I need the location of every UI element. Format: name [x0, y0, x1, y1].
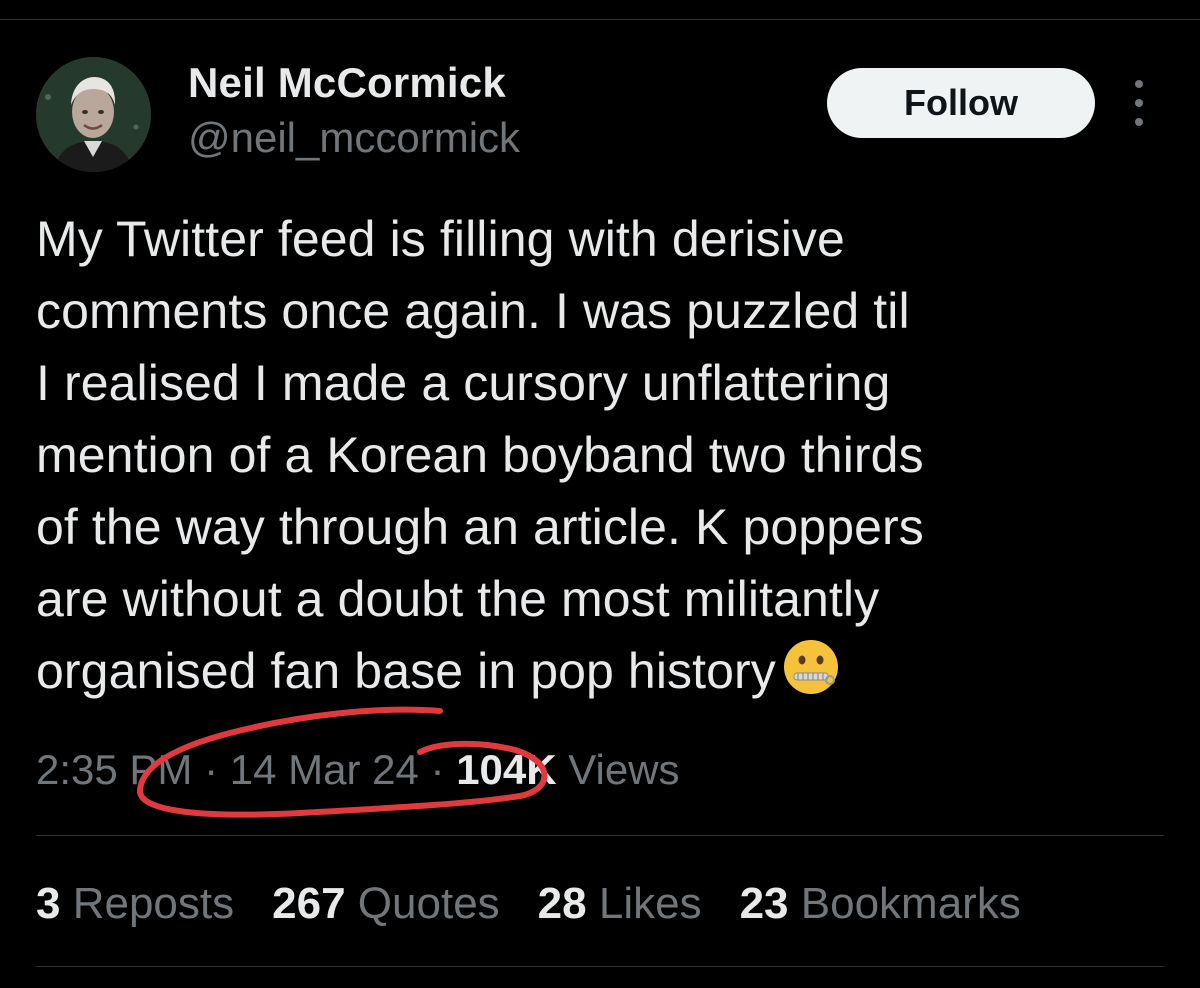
more-dot: [1135, 80, 1143, 88]
tweet-line-last: organised fan base in pop history: [36, 635, 1156, 715]
stat-label: Likes: [598, 879, 702, 928]
views-count: 104K: [456, 746, 557, 793]
more-vertical-icon[interactable]: [1124, 80, 1154, 126]
tweet-stats: 3 Reposts 267 Quotes 28 Likes 23 Bookmar…: [36, 879, 1021, 929]
stat-number: 267: [272, 879, 346, 928]
bookmarks-stat[interactable]: 23 Bookmarks: [740, 879, 1021, 929]
tweet-line: of the way through an article. K poppers: [36, 499, 924, 555]
tweet-meta: 2:35 PM · 14 Mar 24 · 104K Views: [36, 746, 680, 794]
tweet-time[interactable]: 2:35 PM: [36, 746, 192, 793]
divider: [36, 966, 1164, 967]
author-handle[interactable]: @neil_mccormick: [188, 114, 520, 162]
author-name[interactable]: Neil McCormick: [188, 59, 506, 107]
top-divider: [0, 19, 1200, 20]
tweet-date[interactable]: 14 Mar 24: [230, 746, 419, 793]
views-label: Views: [556, 746, 680, 793]
more-dot: [1135, 99, 1143, 107]
author-avatar[interactable]: [36, 57, 151, 172]
tweet-line: comments once again. I was puzzled til: [36, 283, 910, 339]
meta-separator: ·: [192, 746, 230, 793]
stat-number: 3: [36, 879, 61, 928]
tweet-text: My Twitter feed is filling with derisive…: [36, 203, 1156, 715]
stat-label: Reposts: [72, 879, 235, 928]
divider: [36, 835, 1164, 836]
stat-label: Bookmarks: [800, 879, 1021, 928]
tweet-line: are without a doubt the most militantly: [36, 571, 880, 627]
reposts-stat[interactable]: 3 Reposts: [36, 879, 234, 929]
avatar-portrait-image: [36, 57, 151, 172]
tweet-line: organised fan base in pop history: [36, 643, 776, 699]
follow-button[interactable]: Follow: [827, 68, 1095, 138]
stat-number: 23: [739, 879, 789, 928]
tweet-line: I realised I made a cursory unflattering: [36, 355, 891, 411]
more-dot: [1135, 118, 1143, 126]
stat-label: Quotes: [357, 879, 500, 928]
zipper-mouth-face-icon: [782, 638, 840, 715]
meta-separator: ·: [418, 746, 457, 793]
tweet-line: My Twitter feed is filling with derisive: [36, 211, 845, 267]
quotes-stat[interactable]: 267 Quotes: [272, 879, 500, 929]
likes-stat[interactable]: 28 Likes: [538, 879, 702, 929]
tweet-line: mention of a Korean boyband two thirds: [36, 427, 924, 483]
stat-number: 28: [537, 879, 587, 928]
